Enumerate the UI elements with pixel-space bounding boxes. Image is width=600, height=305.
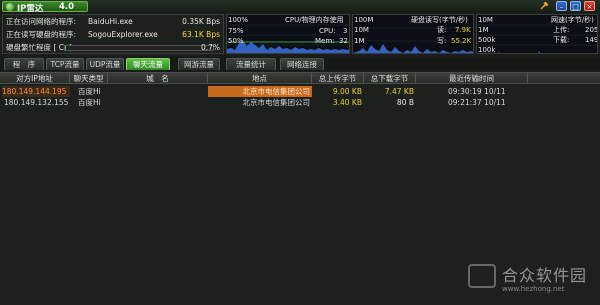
col-remote-ip[interactable]: 对方IP地址 (0, 73, 70, 84)
disk-busy-progress-fill (65, 46, 67, 50)
cpu-scale-100: 100% (228, 16, 249, 24)
disk-scale-10m: 10M (354, 26, 369, 34)
net-scale-500k: 500k (478, 36, 496, 44)
activity-info-panel: 正在访问网络的程序: BaiduHi.exe 0.35K Bps 正在读写硬盘的… (2, 14, 224, 54)
row-location: 北京市电信集团公司 (208, 86, 312, 97)
row-chat-type: 百度Hi (78, 87, 101, 96)
net-scale-1m: 1M (478, 26, 489, 34)
disk-write-label: 写: (437, 37, 447, 45)
disk-program-rate: 63.1K Bps (182, 30, 220, 39)
cpu-value: 3 (343, 27, 348, 35)
row-chat-type: 百度Hi (78, 98, 101, 107)
disk-panel-title: 硬盘读写(字节/秒) (411, 16, 468, 24)
network-program-row: 正在访问网络的程序: BaiduHi.exe 0.35K Bps (6, 16, 222, 27)
tab-tcp-traffic[interactable]: TCP流量 (46, 58, 84, 70)
tab-game-traffic[interactable]: 网游流量 (178, 58, 220, 70)
col-chat-type[interactable]: 聊天类型 (70, 73, 108, 84)
mem-label: Mem: (315, 37, 335, 45)
tab-bar: 程 序 TCP流量 UDP流量 聊天流量 网游流量 流量统计 网络连接 (0, 57, 600, 71)
radar-icon (6, 3, 14, 11)
network-program-rate: 0.35K Bps (182, 17, 220, 26)
tab-network-connections[interactable]: 网络连接 (280, 58, 324, 70)
tab-chat-traffic[interactable]: 聊天流量 (126, 58, 170, 70)
table-row[interactable]: 180.149.144.195 百度Hi 北京市电信集团公司 9.00 KB 7… (0, 86, 600, 97)
network-program-label: 正在访问网络的程序: (6, 17, 77, 26)
row-ip: 180.149.132.155 (4, 98, 69, 107)
net-download-label: 下载: (553, 36, 570, 44)
col-domain[interactable]: 城 名 (108, 73, 208, 84)
net-scale-100k: 100k (478, 46, 496, 54)
disk-io-monitor: 100M 硬盘读写(字节/秒) 10M 读: 7.9K 1M 写: 55.2K (352, 14, 474, 54)
col-total-download[interactable]: 总下载字节 (364, 73, 416, 84)
disk-program-name: SogouExplorer.exe (88, 30, 158, 39)
disk-busy-progress (64, 45, 214, 51)
disk-busy-value: 0.7% (200, 43, 220, 52)
app-title-badge: IP雷达 4.0 (2, 1, 88, 14)
disk-program-label: 正在读写硬盘的程序: (6, 30, 77, 39)
mem-value: 32 (339, 37, 348, 45)
row-time: 09:21:37 10/11 (448, 98, 506, 107)
app-version: 4.0 (59, 2, 75, 12)
network-speed-monitor: 10M 网速(字节/秒) 1M 上传: 205 500k 下载: 149 100… (476, 14, 598, 54)
table-row[interactable]: 180.149.132.155 百度Hi 北京市电信集团公司 3.40 KB 8… (0, 97, 600, 108)
row-upload: 3.40 KB (332, 98, 362, 107)
close-button[interactable]: × (584, 1, 595, 11)
cpu-panel-title: CPU/物理内存使用 (285, 16, 344, 24)
disk-program-row: 正在读写硬盘的程序: SogouExplorer.exe 63.1K Bps (6, 29, 222, 40)
col-total-upload[interactable]: 总上传字节 (312, 73, 364, 84)
disk-write-value: 55.2K (451, 37, 472, 45)
cpu-memory-monitor: 100% CPU/物理内存使用 75% CPU: 3 50% Mem: 32 (226, 14, 350, 54)
pin-icon[interactable] (538, 1, 549, 11)
row-location: 北京市电信集团公司 (242, 98, 311, 107)
row-time: 09:30:19 10/11 (448, 87, 506, 96)
title-bar: IP雷达 4.0 – □ × (0, 0, 600, 14)
row-download: 7.47 KB (384, 87, 414, 96)
minimize-button[interactable]: – (556, 1, 567, 11)
watermark-url: www.hezhong.net (502, 285, 565, 293)
row-upload: 9.00 KB (332, 87, 362, 96)
disk-busy-row: 硬盘繁忙程度 [ C: ] 0.7% (6, 42, 222, 53)
app-name: IP雷达 (17, 4, 44, 14)
watermark-logo-icon (468, 264, 496, 288)
table-header: 对方IP地址 聊天类型 城 名 地点 总上传字节 总下载字节 最近传输时间 (0, 72, 600, 84)
row-ip: 180.149.144.195 (2, 86, 70, 97)
row-download: 80 B (396, 98, 414, 107)
col-location[interactable]: 地点 (208, 73, 312, 84)
net-download-value: 149 (585, 36, 598, 44)
cpu-scale-75: 75% (228, 27, 244, 35)
cpu-label: CPU: (319, 27, 336, 35)
net-upload-value: 205 (585, 26, 598, 34)
tab-udp-traffic[interactable]: UDP流量 (86, 58, 124, 70)
maximize-button[interactable]: □ (570, 1, 581, 11)
net-panel-title: 网速(字节/秒) (551, 16, 594, 24)
col-last-transfer-time[interactable]: 最近传输时间 (416, 73, 528, 84)
net-upload-label: 上传: (553, 26, 570, 34)
net-scale-10m: 10M (478, 16, 493, 24)
disk-scale-1m: 1M (354, 37, 365, 45)
disk-scale-100m: 100M (354, 16, 374, 24)
tab-traffic-stats[interactable]: 流量统计 (226, 58, 276, 70)
watermark-text: 合众软件园 (502, 266, 588, 285)
disk-busy-label: 硬盘繁忙程度 [ C: ] (6, 43, 72, 52)
disk-read-value: 7.9K (455, 26, 471, 34)
tab-programs[interactable]: 程 序 (4, 58, 44, 70)
disk-read-label: 读: (437, 26, 447, 34)
watermark: 合众软件园 www.hezhong.net (468, 262, 598, 302)
network-program-name: BaiduHi.exe (88, 17, 133, 26)
cpu-scale-50: 50% (228, 37, 244, 45)
